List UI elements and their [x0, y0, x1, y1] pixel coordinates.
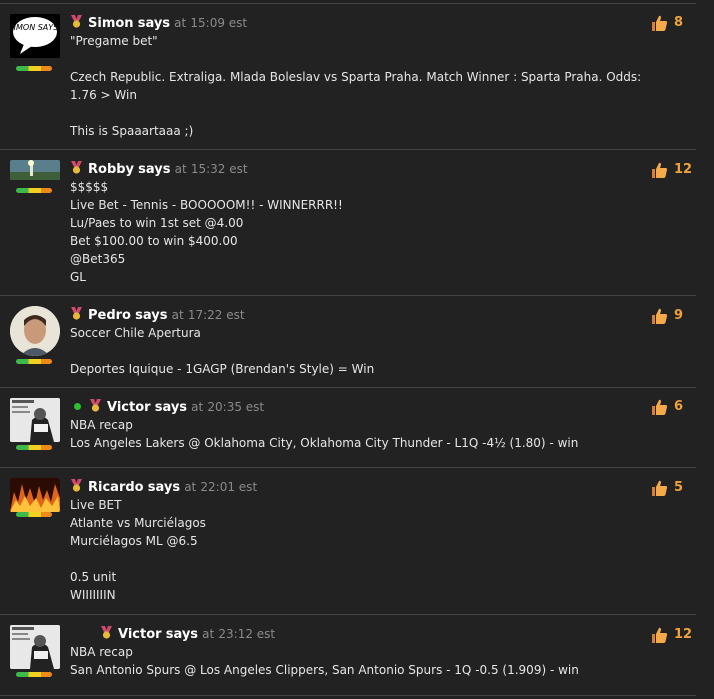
like-count: 12 — [674, 627, 693, 642]
avatar-text: SIMON SAYS! — [10, 23, 60, 32]
avatar[interactable] — [10, 625, 60, 669]
comment-header: Ricardo says at 22:01 est — [70, 478, 656, 496]
medal-icon — [71, 161, 82, 174]
says-label: says — [135, 308, 168, 323]
like-button[interactable]: 8 — [650, 14, 696, 34]
comment-body: Live BET Atlante vs Murciélagos Murciéla… — [70, 498, 206, 602]
at-label: at — [174, 16, 187, 30]
comment-header: Pedro says at 17:22 est — [70, 306, 656, 324]
thumbs-up-icon — [652, 162, 668, 178]
comment-body: $$$$$ Live Bet - Tennis - BOOOOOM!! - WI… — [70, 180, 343, 284]
like-button[interactable]: 6 — [650, 398, 696, 418]
comment-post: Victor says at 20:35 est NBA recap Los A… — [0, 387, 696, 467]
rank-bar — [16, 512, 52, 517]
thumbs-up-icon — [652, 399, 668, 415]
comment-body: NBA recap Los Angeles Lakers @ Oklahoma … — [70, 418, 579, 450]
says-label: says — [137, 16, 171, 31]
comment-body: "Pregame bet" Czech Republic. Extraliga.… — [70, 34, 642, 138]
at-label: at — [174, 162, 187, 176]
comment-post: SIMON SAYS! Simon says at 15:09 est "Pre… — [0, 3, 696, 149]
rank-bar — [16, 672, 52, 677]
at-label: at — [171, 308, 184, 322]
author-name[interactable]: Ricardo — [88, 480, 144, 495]
avatar-container — [10, 478, 60, 517]
rank-bar — [16, 359, 52, 364]
avatar[interactable] — [10, 306, 60, 356]
online-status-icon — [74, 403, 81, 410]
like-button[interactable]: 12 — [650, 161, 696, 181]
thumbs-up-icon — [652, 627, 668, 643]
timestamp: 23:12 est — [218, 627, 276, 641]
medal-icon — [71, 479, 82, 492]
comment-post: Ricardo says at 22:01 est Live BET Atlan… — [0, 467, 696, 614]
author-name[interactable]: Simon — [88, 16, 134, 31]
rank-bar — [16, 445, 52, 450]
says-label: says — [154, 400, 188, 415]
says-label: says — [165, 627, 199, 642]
thumbs-up-icon — [652, 308, 668, 324]
avatar[interactable] — [10, 398, 60, 442]
comment-header: Victor says at 23:12 est — [70, 625, 656, 643]
comment-body: Soccer Chile Apertura Deportes Iquique -… — [70, 326, 375, 376]
avatar-container — [10, 398, 60, 450]
comment-header: Robby says at 15:32 est — [70, 160, 656, 178]
rank-bar — [16, 66, 52, 71]
comment-post: Robby says at 15:32 est $$$$$ Live Bet -… — [0, 149, 696, 295]
at-label: at — [184, 480, 197, 494]
timestamp: 17:22 est — [187, 308, 245, 322]
comment-header: Victor says at 20:35 est — [70, 398, 656, 416]
timestamp: 15:32 est — [190, 162, 248, 176]
avatar[interactable] — [10, 478, 60, 512]
avatar-container — [10, 306, 60, 364]
timestamp: 20:35 est — [207, 400, 265, 414]
comment-header: Simon says at 15:09 est — [70, 14, 656, 32]
author-name[interactable]: Victor — [118, 627, 162, 642]
like-count: 5 — [674, 480, 684, 495]
like-button[interactable]: 9 — [650, 307, 696, 327]
medal-icon — [101, 626, 112, 639]
like-count: 6 — [674, 399, 684, 414]
like-button[interactable]: 5 — [650, 479, 696, 499]
at-label: at — [191, 400, 204, 414]
author-name[interactable]: Pedro — [88, 308, 131, 323]
comment-body: NBA recap San Antonio Spurs @ Los Angele… — [70, 645, 579, 677]
comment-post: Pedro says at 17:22 est Soccer Chile Ape… — [0, 295, 696, 387]
medal-icon — [90, 399, 101, 412]
medal-icon — [71, 307, 82, 320]
like-count: 8 — [674, 15, 684, 30]
like-button[interactable]: 12 — [650, 626, 696, 646]
medal-icon — [71, 15, 82, 28]
author-name[interactable]: Robby — [88, 162, 134, 177]
avatar[interactable]: SIMON SAYS! — [10, 14, 60, 58]
author-name[interactable]: Victor — [107, 400, 151, 415]
avatar-container: SIMON SAYS! — [10, 14, 60, 71]
at-label: at — [202, 627, 215, 641]
timestamp: 22:01 est — [200, 480, 258, 494]
rank-bar — [16, 188, 52, 193]
thumbs-up-icon — [652, 15, 668, 31]
comment-post: Victor says at 23:12 est NBA recap San A… — [0, 614, 696, 696]
like-count: 12 — [674, 162, 693, 177]
timestamp: 15:09 est — [190, 16, 248, 30]
says-label: says — [147, 480, 181, 495]
says-label: says — [138, 162, 171, 177]
thumbs-up-icon — [652, 480, 668, 496]
avatar-container — [10, 160, 60, 193]
avatar-container — [10, 625, 60, 677]
like-count: 9 — [674, 308, 684, 323]
avatar[interactable] — [10, 160, 60, 180]
